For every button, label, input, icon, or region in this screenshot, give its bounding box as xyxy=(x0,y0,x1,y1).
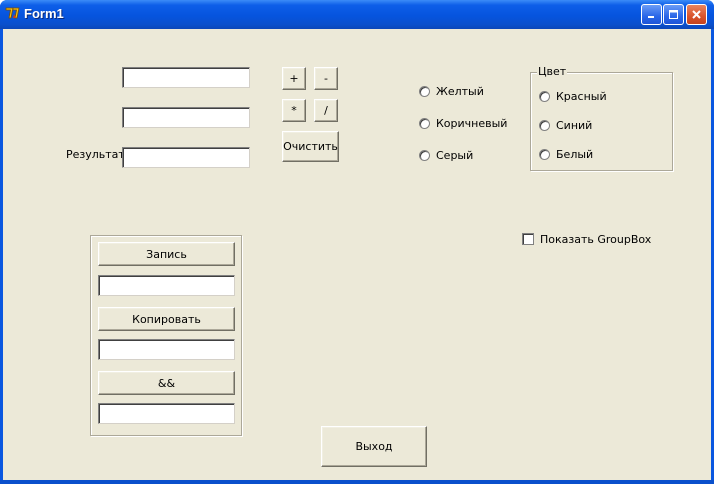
radio-yellow[interactable]: Желтый xyxy=(419,84,484,98)
copy-button[interactable]: Копировать xyxy=(98,307,235,331)
checkbox-label: Показать GroupBox xyxy=(540,232,652,246)
radio-circle-icon xyxy=(419,117,430,129)
maximize-button[interactable] xyxy=(663,4,684,25)
radio-white[interactable]: Белый xyxy=(539,147,593,161)
write-button[interactable]: Запись xyxy=(98,242,235,266)
radio-red[interactable]: Красный xyxy=(539,89,607,103)
minimize-button[interactable] xyxy=(641,4,662,25)
radio-label: Белый xyxy=(556,147,594,161)
operand2-input[interactable] xyxy=(122,107,250,128)
window-title: Form1 xyxy=(24,6,64,21)
result-label: Результат xyxy=(66,148,125,161)
panel-edit2[interactable] xyxy=(98,339,235,360)
radio-label: Коричневый xyxy=(436,116,508,130)
title-bar[interactable]: Form1 xyxy=(0,0,714,29)
radio-circle-icon xyxy=(539,148,550,160)
plus-button[interactable]: + xyxy=(282,67,306,90)
radio-label: Желтый xyxy=(436,84,484,98)
radio-gray[interactable]: Серый xyxy=(419,148,473,162)
minus-button[interactable]: - xyxy=(314,67,338,90)
radio-circle-icon xyxy=(539,119,550,131)
and-button[interactable]: && xyxy=(98,371,235,395)
operand1-input[interactable] xyxy=(122,67,250,88)
close-icon xyxy=(692,10,701,19)
checkbox-icon xyxy=(522,233,534,245)
delphi-app-icon xyxy=(5,7,20,19)
radio-label: Красный xyxy=(556,89,607,103)
multiply-button[interactable]: * xyxy=(282,99,306,122)
color-groupbox: Цвет Красный Синий Белый xyxy=(530,65,673,171)
radio-blue[interactable]: Синий xyxy=(539,118,592,132)
radio-circle-icon xyxy=(539,90,550,102)
form-client-area: Результат + - * / Очистить Желтый Коричн… xyxy=(3,29,711,480)
radio-label: Синий xyxy=(556,118,593,132)
radio-label: Серый xyxy=(436,148,474,162)
exit-button[interactable]: Выход xyxy=(321,426,427,467)
window-bottom-border xyxy=(0,480,714,484)
application-window: Form1 Результат + - * / Очистить Желтый … xyxy=(0,0,714,484)
result-field[interactable] xyxy=(122,147,250,168)
show-groupbox-checkbox[interactable]: Показать GroupBox xyxy=(522,232,651,246)
maximize-icon xyxy=(669,10,678,19)
panel: Запись Копировать && xyxy=(90,235,242,436)
radio-circle-icon xyxy=(419,85,430,97)
radio-brown[interactable]: Коричневый xyxy=(419,116,507,130)
radio-circle-icon xyxy=(419,149,430,161)
minimize-icon xyxy=(648,16,654,18)
clear-button[interactable]: Очистить xyxy=(282,131,339,162)
panel-edit3[interactable] xyxy=(98,403,235,424)
groupbox-caption: Цвет xyxy=(537,65,568,78)
close-button[interactable] xyxy=(686,4,707,25)
divide-button[interactable]: / xyxy=(314,99,338,122)
panel-edit1[interactable] xyxy=(98,275,235,296)
